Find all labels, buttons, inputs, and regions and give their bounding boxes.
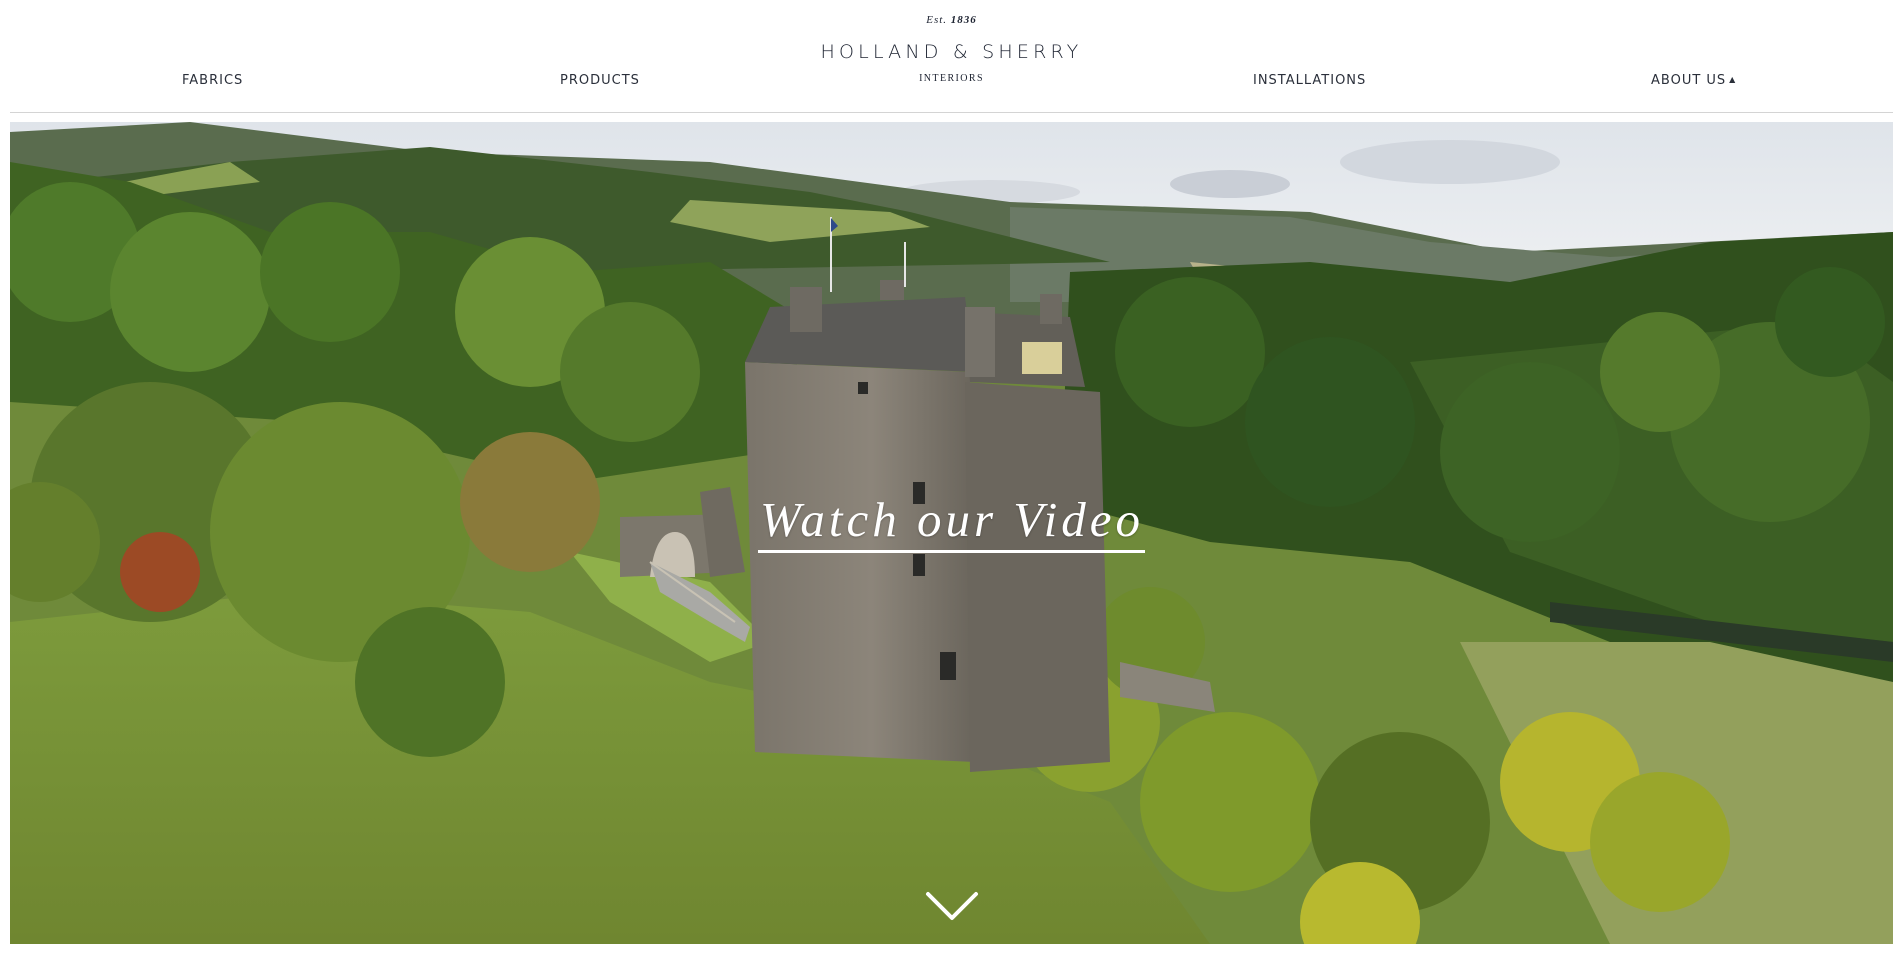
nav-installations[interactable]: INSTALLATIONS <box>1253 73 1366 88</box>
cta-container: Watch our Video <box>10 492 1893 553</box>
nav-about-us[interactable]: ABOUT US ▲ <box>1651 73 1736 88</box>
chevron-down-icon <box>926 892 978 920</box>
nav-about-us-label: ABOUT US <box>1651 73 1727 88</box>
nav-products[interactable]: PRODUCTS <box>560 73 640 88</box>
logo-wordmark: HOLLAND & SHERRY <box>820 41 1083 63</box>
logo-established: Est. 1836 <box>926 14 977 26</box>
brand-logo[interactable]: Est. 1836 HOLLAND & SHERRY INTERIORS <box>10 14 1893 84</box>
site-header: Est. 1836 HOLLAND & SHERRY INTERIORS FAB… <box>10 0 1893 113</box>
watch-video-link[interactable]: Watch our Video <box>758 492 1145 553</box>
nav-fabrics[interactable]: FABRICS <box>182 73 243 88</box>
logo-subtitle: INTERIORS <box>919 73 984 84</box>
scroll-down-button[interactable] <box>924 890 980 924</box>
hero-video-banner[interactable]: Watch our Video <box>10 122 1893 944</box>
caret-up-icon: ▲ <box>1729 75 1737 84</box>
